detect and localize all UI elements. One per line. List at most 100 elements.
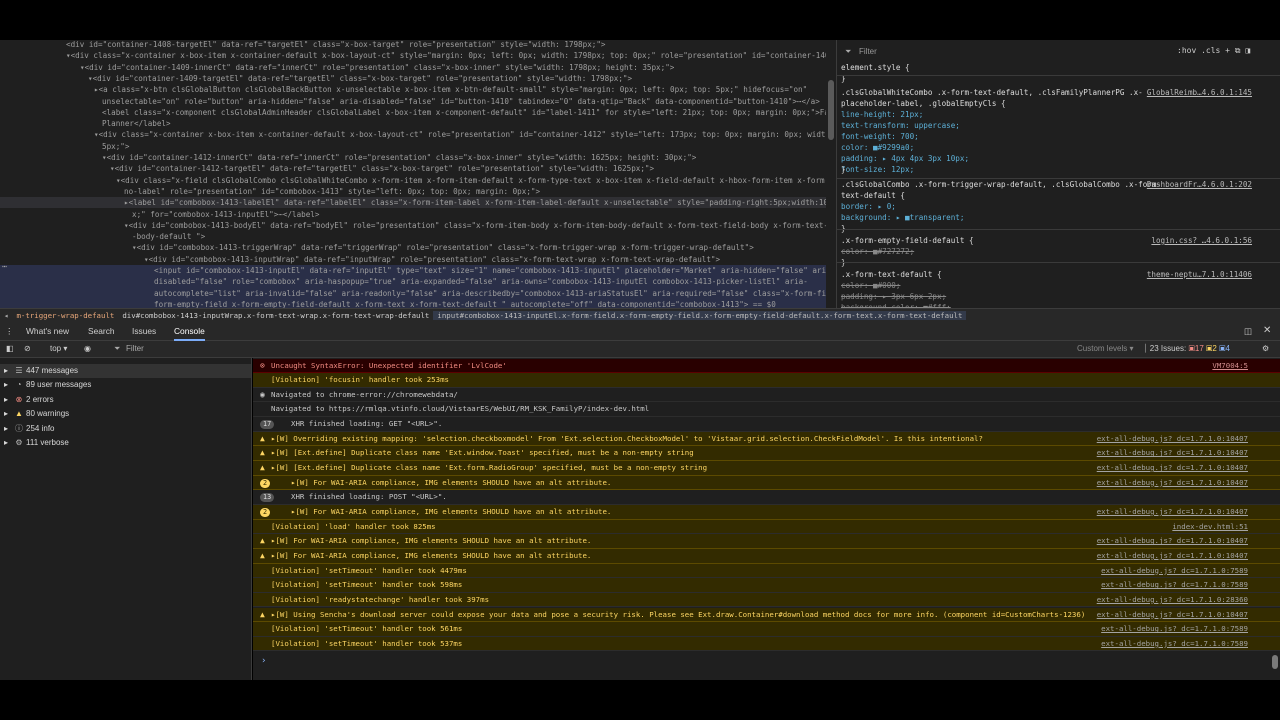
log-levels-dropdown[interactable]: Custom levels ▾: [1077, 344, 1134, 353]
console-source-link[interactable]: ext-all-debug.js?_dc=1.7.1.0:10407: [1097, 608, 1248, 622]
console-message-warn[interactable]: ▲ ▸[W] For WAI-ARIA compliance, IMG eleme…: [253, 534, 1280, 549]
console-source-link[interactable]: ext-all-debug.js?_dc=1.7.1.0:10407: [1097, 534, 1248, 548]
sidebar-toggle-icon[interactable]: ◧: [6, 344, 14, 353]
tab-console[interactable]: Console: [174, 326, 205, 341]
console-source-link[interactable]: ext-all-debug.js?_dc=1.7.1.0:7589: [1101, 637, 1248, 651]
more-dots-icon[interactable]: ⋯: [2, 262, 7, 271]
style-rule-line[interactable]: }: [841, 164, 1266, 175]
style-rule-line[interactable]: padding: ▸ 3px 6px 2px;: [841, 291, 1266, 302]
style-rule-line[interactable]: color: ■#9299a0;: [841, 142, 1266, 153]
sidebar-item-warnings[interactable]: ▸ ▲ 80 warnings: [4, 407, 69, 421]
console-source-link[interactable]: index-dev.html:51: [1172, 520, 1248, 534]
console-message-warn[interactable]: 2 ▸[W] For WAI-ARIA compliance, IMG eleme…: [253, 505, 1280, 520]
dom-node-line[interactable]: ▾<div class="x-field clsGlobalCombo clsG…: [0, 175, 826, 186]
console-settings-gear-icon[interactable]: ⚙: [1262, 344, 1269, 353]
styles-toolbar-buttons[interactable]: :hov .cls + ⧉ ◨: [1177, 46, 1250, 56]
style-source-link[interactable]: GlobalReimb…4.6.0.1:145: [1147, 87, 1252, 98]
style-rule-line[interactable]: font-weight: 700;: [841, 131, 1266, 142]
console-message-viol[interactable]: [Violation] 'focusin' handler took 253ms: [253, 373, 1280, 388]
style-rule-line[interactable]: padding: ▸ 4px 4px 3px 10px;: [841, 153, 1266, 164]
console-message-plain[interactable]: 17 XHR finished loading: GET "<URL>".: [253, 417, 1280, 432]
console-source-link[interactable]: ext-all-debug.js?_dc=1.7.1.0:10407: [1097, 476, 1248, 490]
style-source-link[interactable]: theme-neptu…7.1.0:11406: [1147, 269, 1252, 280]
tab-issues[interactable]: Issues: [132, 326, 156, 336]
console-message-warn[interactable]: ▲ ▸[W] Using Sencha's download server cou…: [253, 607, 1280, 623]
dom-node-line[interactable]: <input id="combobox-1413-inputEl" data-r…: [0, 265, 826, 277]
console-source-link[interactable]: VM7004:5: [1212, 359, 1248, 373]
console-message-plain[interactable]: 13 XHR finished loading: POST "<URL>".: [253, 490, 1280, 505]
styles-filter-input[interactable]: Filter: [859, 47, 877, 56]
style-rule-line[interactable]: line-height: 21px;: [841, 109, 1266, 120]
style-rule-line[interactable]: placeholder-label, .globalEmptyCls {: [841, 98, 1266, 109]
console-message-viol[interactable]: [Violation] 'setTimeout' handler took 59…: [253, 578, 1280, 593]
dom-node-line[interactable]: ▾<div id="combobox-1413-inputWrap" data-…: [0, 254, 826, 265]
style-rule-line[interactable]: text-transform: uppercase;: [841, 120, 1266, 131]
style-source-link[interactable]: login.css?_…4.6.0.1:56: [1151, 235, 1252, 246]
dom-node-line[interactable]: form-empty-field x-form-empty-field-defa…: [0, 298, 826, 308]
dom-node-line[interactable]: x;" for="combobox-1413-inputEl">⋯</label…: [0, 209, 826, 220]
console-message-warn[interactable]: 2 ▸[W] For WAI-ARIA compliance, IMG eleme…: [253, 475, 1280, 491]
dom-node-line[interactable]: <label class="x-component clsGlobalAdmin…: [0, 107, 826, 118]
elements-scrollbar[interactable]: [826, 40, 836, 308]
console-message-warn[interactable]: ▲ ▸[W] Overriding existing mapping: 'sele…: [253, 431, 1280, 447]
breadcrumb-item[interactable]: m-trigger-wrap-default: [12, 311, 118, 320]
eye-icon[interactable]: ◉: [84, 344, 91, 353]
tab-whats-new[interactable]: What's new: [26, 326, 69, 336]
console-source-link[interactable]: ext-all-debug.js?_dc=1.7.1.0:10407: [1097, 461, 1248, 475]
console-message-warn[interactable]: ▲ ▸[W] [Ext.define] Duplicate class name …: [253, 461, 1280, 476]
dom-node-line[interactable]: ▾<div id="container-1409-targetEl" data-…: [0, 73, 826, 84]
style-rule-line[interactable]: text-default {: [841, 190, 1266, 201]
dom-node-line[interactable]: ▾<div id="container-1412-targetEl" data-…: [0, 163, 826, 174]
console-scrollbar[interactable]: [1272, 655, 1278, 669]
dom-node-line[interactable]: <div id="container-1408-targetEl" data-r…: [0, 40, 826, 50]
console-message-viol[interactable]: [Violation] 'readystatechange' handler t…: [253, 592, 1280, 608]
sidebar-item-verbose[interactable]: ▸ ⚙ 111 verbose: [4, 436, 69, 450]
breadcrumb-item-selected[interactable]: input#combobox-1413-inputEl.x-form-field…: [433, 311, 967, 320]
scroll-thumb[interactable]: [828, 80, 834, 140]
console-message-viol[interactable]: [Violation] 'setTimeout' handler took 44…: [253, 563, 1280, 579]
dom-node-line[interactable]: unselectable="on" role="button" aria-hid…: [0, 96, 826, 107]
tab-search[interactable]: Search: [88, 326, 115, 336]
console-message-viol[interactable]: [Violation] 'load' handler took 825ms ind…: [253, 519, 1280, 535]
style-rule-line[interactable]: background: ▸ ■transparent;: [841, 212, 1266, 223]
dom-node-line[interactable]: ▸<label id="combobox-1413-labelEl" data-…: [0, 197, 826, 209]
console-source-link[interactable]: ext-all-debug.js?_dc=1.7.1.0:7589: [1101, 622, 1248, 636]
style-rule-line[interactable]: .x-form-text-default {theme-neptu…7.1.0:…: [841, 269, 1266, 280]
sidebar-item-messages[interactable]: ▸ ☰ 447 messages: [0, 364, 251, 378]
console-message-error[interactable]: ⊗ Uncaught SyntaxError: Unexpected identi…: [253, 358, 1280, 374]
dom-node-line[interactable]: disabled="false" role="combobox" aria-ha…: [0, 276, 826, 288]
dom-node-line[interactable]: ▸<a class="x-btn clsGlobalButton clsGlob…: [0, 84, 826, 95]
elements-dom-tree[interactable]: <div id="container-1408-targetEl" data-r…: [0, 40, 836, 308]
dom-node-line[interactable]: ▾<div id="combobox-1413-bodyEl" data-ref…: [0, 220, 826, 231]
issues-counter[interactable]: ⏐ 23 Issues: ▣17 ▣2 ▣4: [1143, 344, 1230, 354]
console-message-plain[interactable]: Navigated to https://rmlqa.vtinfo.cloud/…: [253, 402, 1280, 418]
dom-node-line[interactable]: no-label" role="presentation" id="combob…: [0, 186, 826, 197]
dom-node-line[interactable]: ▾<div class="x-container x-box-item x-co…: [0, 50, 826, 61]
console-source-link[interactable]: ext-all-debug.js?_dc=1.7.1.0:10407: [1097, 549, 1248, 563]
dom-node-line[interactable]: 5px;">: [0, 141, 826, 152]
dock-side-icon[interactable]: ◫: [1244, 326, 1252, 336]
sidebar-item-user-messages[interactable]: ▸ ◔ 89 user messages: [4, 378, 91, 392]
console-source-link[interactable]: ext-all-debug.js?_dc=1.7.1.0:10407: [1097, 446, 1248, 460]
breadcrumb-left-arrow-icon[interactable]: ◂: [0, 311, 12, 320]
drawer-menu-icon[interactable]: ⋮: [5, 326, 13, 336]
console-prompt[interactable]: ›: [261, 656, 266, 666]
console-message-viol[interactable]: [Violation] 'setTimeout' handler took 53…: [253, 636, 1280, 652]
style-rule-line[interactable]: .clsGlobalCombo .x-form-trigger-wrap-def…: [841, 179, 1266, 190]
sidebar-item-errors[interactable]: ▸ ⊗ 2 errors: [4, 393, 54, 407]
context-selector[interactable]: top ▾: [50, 344, 67, 353]
dom-node-line[interactable]: ▾<div id="container-1412-innerCt" data-r…: [0, 152, 826, 163]
close-drawer-icon[interactable]: ✕: [1263, 325, 1271, 336]
console-message-warn[interactable]: ▲ ▸[W] [Ext.define] Duplicate class name …: [253, 446, 1280, 461]
style-rule-line[interactable]: .x-form-empty-field-default {login.css?_…: [841, 235, 1266, 246]
console-source-link[interactable]: ext-all-debug.js?_dc=1.7.1.0:7589: [1101, 578, 1248, 592]
style-source-link[interactable]: DashboardFr…4.6.0.1:202: [1147, 179, 1252, 190]
dom-node-line[interactable]: ▾<div id="container-1409-innerCt" data-r…: [0, 62, 826, 73]
sidebar-item-info[interactable]: ▸ ⓘ 254 info: [4, 422, 54, 436]
console-source-link[interactable]: ext-all-debug.js?_dc=1.7.1.0:28360: [1097, 593, 1248, 607]
style-rule-line[interactable]: element.style {: [841, 62, 1266, 73]
style-rule-line[interactable]: .clsGlobalWhiteCombo .x-form-text-defaul…: [841, 87, 1266, 98]
style-rule-line[interactable]: border: ▸ 0;: [841, 201, 1266, 212]
console-source-link[interactable]: ext-all-debug.js?_dc=1.7.1.0:10407: [1097, 505, 1248, 519]
breadcrumb-item[interactable]: div#combobox-1413-inputWrap.x-form-text-…: [118, 311, 433, 320]
